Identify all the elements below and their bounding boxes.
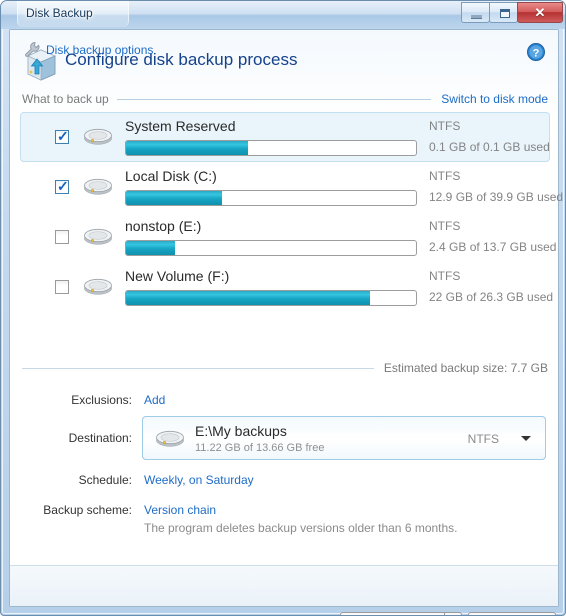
hard-disk-icon bbox=[83, 277, 113, 298]
disk-usage-text: 2.4 GB of 13.7 GB used bbox=[429, 240, 557, 254]
estimated-backup-size-row: Estimated backup size: 7.7 GB bbox=[22, 361, 548, 375]
disk-filesystem: NTFS bbox=[429, 169, 461, 183]
disk-checkbox[interactable]: ✓ bbox=[55, 178, 69, 194]
section-what-to-back-up: What to back up Switch to disk mode bbox=[22, 92, 548, 106]
disk-name: nonstop (E:) bbox=[125, 218, 202, 234]
disk-row[interactable]: ✓ Local Disk (C:) NTFS 12.9 GB of 39.9 G… bbox=[20, 162, 563, 212]
disk-usage-bar bbox=[125, 290, 417, 306]
exclusions-add-link[interactable]: Add bbox=[144, 393, 165, 407]
estimated-backup-size: Estimated backup size: 7.7 GB bbox=[383, 361, 548, 375]
back-up-now-dropdown-button[interactable] bbox=[444, 612, 462, 615]
back-up-now-button[interactable]: Back up now bbox=[340, 612, 444, 615]
disk-usage-bar bbox=[125, 190, 417, 206]
window-title: Disk Backup bbox=[26, 6, 93, 20]
estimate-divider bbox=[22, 367, 374, 369]
disk-row[interactable]: nonstop (E:) NTFS 2.4 GB of 13.7 GB used bbox=[20, 212, 556, 262]
chevron-down-icon[interactable] bbox=[521, 436, 531, 441]
disk-checkbox[interactable] bbox=[55, 230, 69, 244]
close-button[interactable]: ✕ bbox=[517, 2, 563, 23]
disk-usage-fill bbox=[126, 191, 222, 205]
client-area: Configure disk backup process ? What to … bbox=[9, 29, 563, 615]
disk-name: New Volume (F:) bbox=[125, 268, 230, 284]
hard-disk-icon bbox=[83, 177, 113, 198]
backup-scheme-label: Backup scheme: bbox=[43, 503, 132, 517]
disk-usage-fill bbox=[126, 291, 370, 305]
disk-usage-text: 12.9 GB of 39.9 GB used bbox=[429, 190, 564, 204]
disk-usage-bar bbox=[125, 240, 417, 256]
disk-filesystem: NTFS bbox=[429, 219, 461, 233]
maximize-icon bbox=[500, 9, 510, 18]
disk-usage-text: 22 GB of 26.3 GB used bbox=[429, 290, 554, 304]
destination-free-space: 11.22 GB of 13.66 GB free bbox=[195, 442, 325, 454]
destination-filesystem: NTFS bbox=[467, 432, 499, 446]
disk-usage-text: 0.1 GB of 0.1 GB used bbox=[429, 140, 550, 154]
schedule-value-link[interactable]: Weekly, on Saturday bbox=[144, 473, 254, 487]
disk-checkbox[interactable] bbox=[55, 280, 69, 294]
help-icon[interactable]: ? bbox=[526, 42, 546, 62]
backup-scheme-description: The program deletes backup versions olde… bbox=[144, 521, 458, 535]
section-divider bbox=[116, 98, 432, 100]
disk-row[interactable]: ✓ System Reserved NTFS 0.1 GB of 0.1 GB … bbox=[20, 112, 550, 162]
disk-filesystem: NTFS bbox=[429, 119, 461, 133]
close-icon: ✕ bbox=[534, 5, 546, 20]
disk-list: ✓ System Reserved NTFS 0.1 GB of 0.1 GB … bbox=[20, 112, 563, 312]
checkmark-icon: ✓ bbox=[57, 128, 69, 144]
cancel-button[interactable]: Cancel bbox=[468, 612, 556, 615]
disk-backup-window: Disk Backup ✕ Configure disk backup proc… bbox=[0, 0, 566, 616]
destination-combobox[interactable]: E:\My backups 11.22 GB of 13.66 GB free … bbox=[142, 416, 546, 460]
schedule-label: Schedule: bbox=[78, 473, 132, 487]
switch-to-disk-mode-link[interactable]: Switch to disk mode bbox=[431, 92, 548, 106]
disk-usage-fill bbox=[126, 241, 176, 255]
section-label: What to back up bbox=[22, 92, 109, 106]
minimize-button[interactable] bbox=[461, 2, 490, 23]
disk-name: Local Disk (C:) bbox=[125, 168, 217, 184]
disk-backup-options-link[interactable]: Disk backup options bbox=[46, 43, 153, 57]
maximize-button[interactable] bbox=[489, 2, 518, 23]
svg-text:?: ? bbox=[533, 48, 540, 60]
hard-disk-icon bbox=[83, 127, 113, 148]
title-bar[interactable]: Disk Backup ✕ bbox=[1, 1, 565, 29]
hard-disk-icon bbox=[83, 227, 113, 248]
destination-disk-icon bbox=[155, 429, 185, 450]
destination-label: Destination: bbox=[68, 431, 132, 445]
disk-filesystem: NTFS bbox=[429, 269, 461, 283]
footer-bar bbox=[10, 565, 558, 606]
wrench-icon bbox=[24, 41, 41, 58]
minimize-icon bbox=[471, 15, 482, 19]
destination-path: E:\My backups bbox=[195, 423, 287, 439]
disk-name: System Reserved bbox=[125, 118, 236, 134]
disk-row[interactable]: New Volume (F:) NTFS 22 GB of 26.3 GB us… bbox=[20, 262, 554, 312]
exclusions-label: Exclusions: bbox=[71, 393, 132, 407]
checkmark-icon: ✓ bbox=[57, 178, 69, 194]
disk-checkbox[interactable]: ✓ bbox=[55, 128, 69, 144]
backup-scheme-value-link[interactable]: Version chain bbox=[144, 503, 216, 517]
disk-usage-bar bbox=[125, 140, 417, 156]
disk-usage-fill bbox=[126, 141, 248, 155]
window-controls: ✕ bbox=[461, 2, 563, 23]
